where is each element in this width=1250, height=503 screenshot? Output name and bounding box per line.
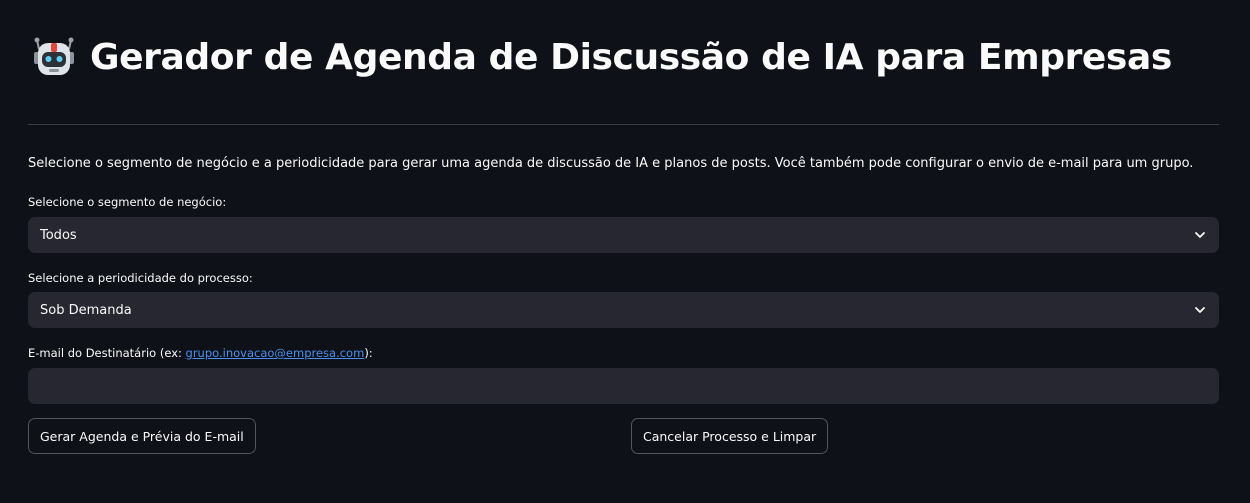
- email-example-link[interactable]: grupo.inovacao@empresa.com: [186, 346, 365, 360]
- segment-label: Selecione o segmento de negócio:: [28, 195, 227, 209]
- intro-text: Selecione o segmento de negócio e a peri…: [28, 156, 1194, 171]
- email-label-prefix: E-mail do Destinatário (ex:: [28, 346, 186, 360]
- robot-icon: [34, 37, 74, 75]
- chevron-down-icon: [1195, 307, 1205, 313]
- frequency-label: Selecione a periodicidade do processo:: [28, 271, 253, 285]
- segment-select-value: Todos: [40, 227, 77, 243]
- app: Gerador de Agenda de Discussão de IA par…: [0, 0, 1250, 503]
- generate-agenda-button[interactable]: Gerar Agenda e Prévia do E-mail: [28, 418, 256, 454]
- page-title: Gerador de Agenda de Discussão de IA par…: [90, 36, 1172, 78]
- segment-select[interactable]: Todos: [28, 217, 1219, 253]
- chevron-down-icon: [1195, 232, 1205, 238]
- frequency-select-value: Sob Demanda: [40, 302, 132, 318]
- email-input[interactable]: [28, 368, 1219, 404]
- email-label-suffix: ):: [364, 346, 373, 360]
- cancel-process-button[interactable]: Cancelar Processo e Limpar: [631, 418, 829, 454]
- divider: [28, 124, 1219, 125]
- email-label: E-mail do Destinatário (ex: grupo.inovac…: [28, 346, 373, 360]
- page-header: Gerador de Agenda de Discussão de IA par…: [32, 32, 1172, 82]
- frequency-select[interactable]: Sob Demanda: [28, 292, 1219, 328]
